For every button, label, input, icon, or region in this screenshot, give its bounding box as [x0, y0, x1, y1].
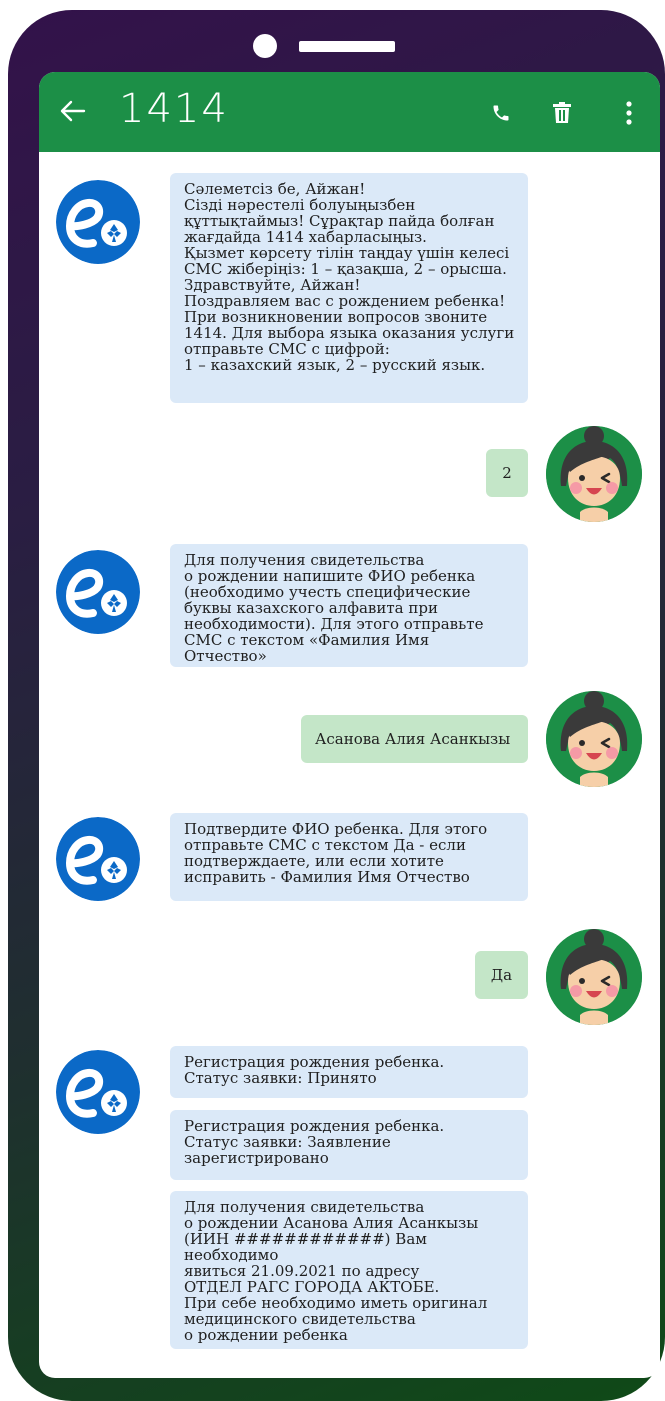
camera-dot	[253, 34, 277, 58]
outgoing-message: Асанова Алия Асанкызы	[301, 715, 528, 763]
arrow-left-icon	[60, 100, 86, 122]
egov-logo-icon	[56, 1050, 140, 1134]
user-avatar-icon	[546, 691, 642, 787]
trash-icon	[553, 102, 571, 123]
outgoing-message: 2	[486, 449, 528, 497]
incoming-message: Подтвердите ФИО ребенка. Для этого отпра…	[170, 813, 528, 901]
conversation-title: 1414	[119, 86, 229, 132]
user-avatar-icon	[546, 929, 642, 1025]
incoming-message: Регистрация рождения ребенка. Статус зая…	[170, 1046, 528, 1098]
phone-frame: 1414 Сәлеметсіз бе, Айжан! Сізді нәресте…	[8, 10, 665, 1401]
incoming-message: Регистрация рождения ребенка. Статус зая…	[170, 1110, 528, 1180]
phone-icon	[493, 105, 509, 121]
delete-button[interactable]	[547, 98, 577, 128]
egov-logo-icon	[56, 550, 140, 634]
back-button[interactable]	[57, 94, 89, 128]
speaker-bar	[299, 41, 395, 52]
egov-logo-icon	[56, 180, 140, 264]
egov-logo-icon	[56, 817, 140, 901]
outgoing-message: Да	[475, 951, 528, 999]
incoming-message: Сәлеметсіз бе, Айжан! Сізді нәрестелі бо…	[170, 173, 528, 403]
app-bar: 1414	[39, 72, 660, 152]
incoming-message: Для получения свидетельства о рождении А…	[170, 1191, 528, 1349]
more-options-button[interactable]	[614, 98, 644, 128]
chat-screen: 1414 Сәлеметсіз бе, Айжан! Сізді нәресте…	[39, 72, 660, 1378]
call-button[interactable]	[486, 98, 516, 128]
user-avatar-icon	[546, 426, 642, 522]
incoming-message: Для получения свидетельства о рождении н…	[170, 544, 528, 667]
more-vertical-icon	[626, 101, 632, 125]
